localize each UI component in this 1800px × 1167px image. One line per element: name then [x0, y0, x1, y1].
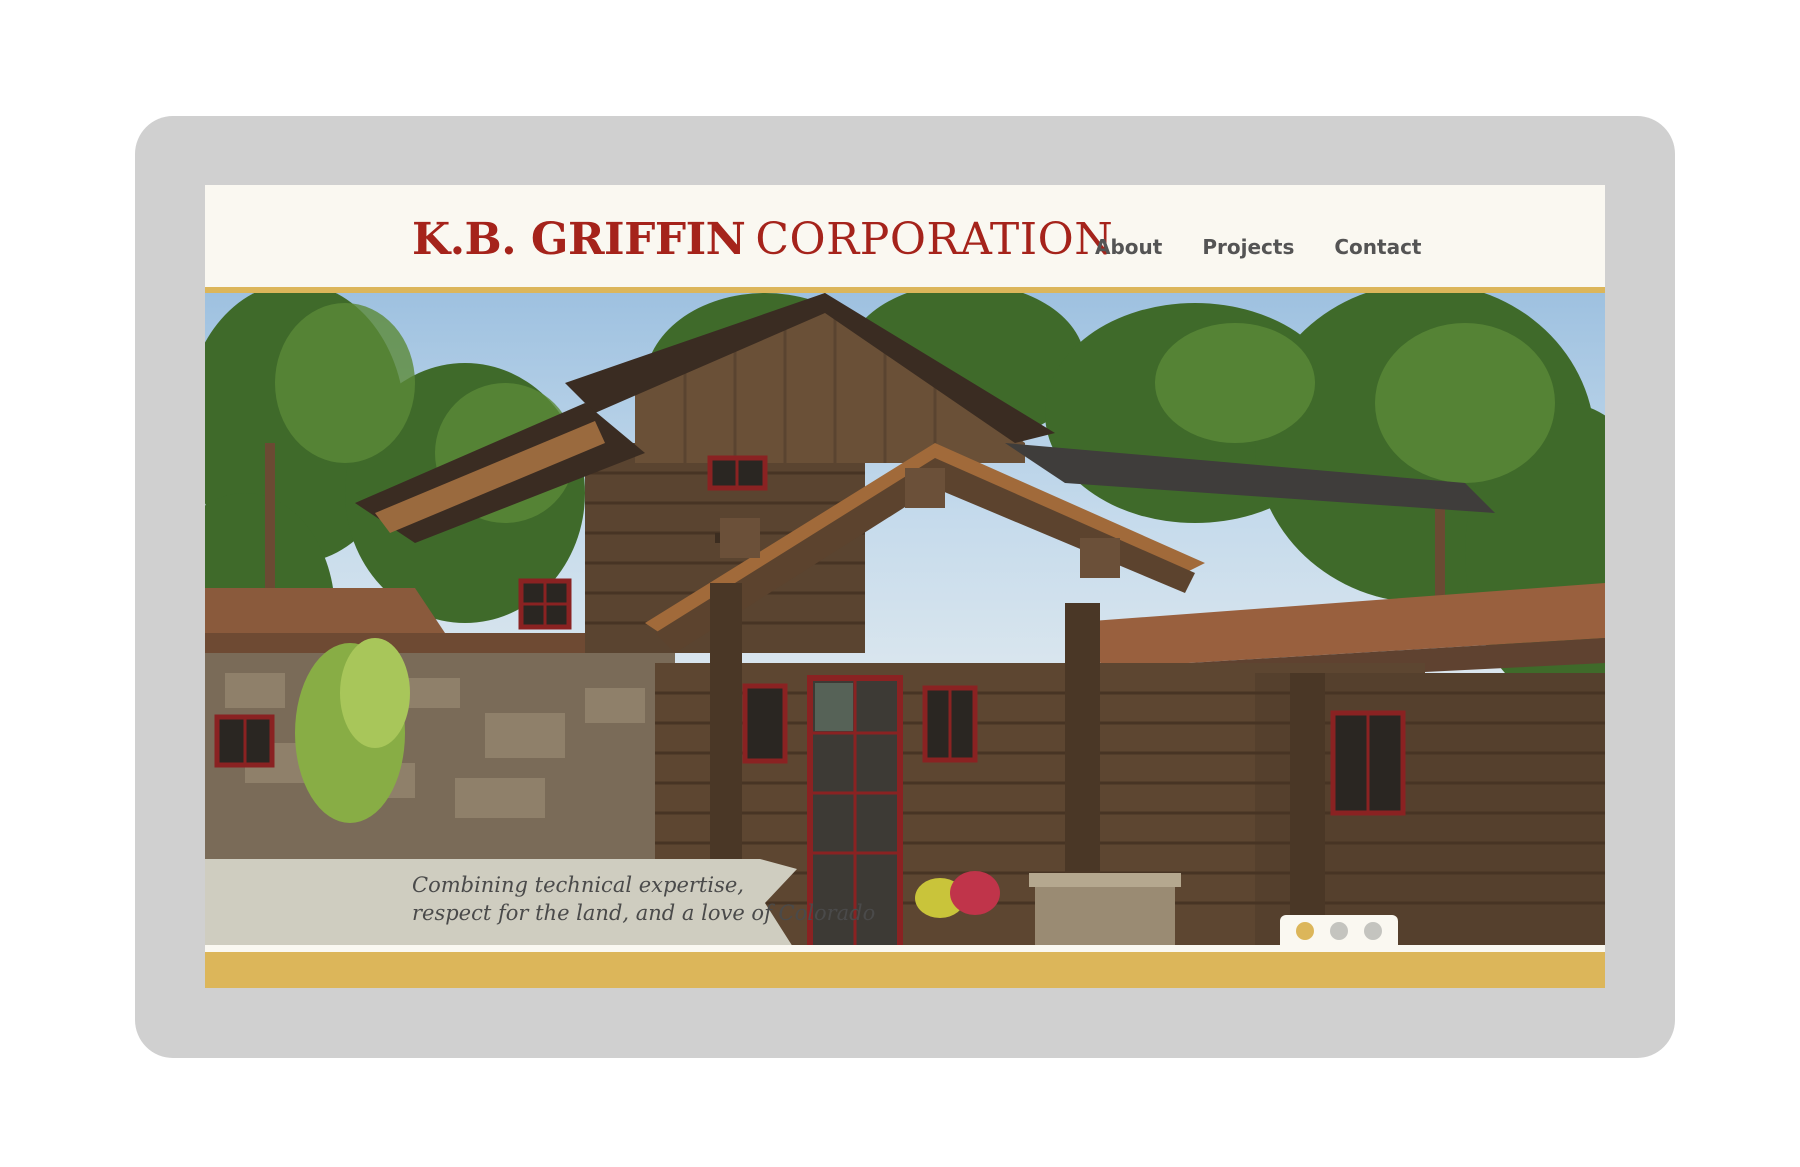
site-header: K.B. GRIFFIN CORPORATION About Projects C… [205, 185, 1605, 293]
nav-projects[interactable]: Projects [1202, 235, 1294, 259]
slide-dot-3[interactable] [1364, 922, 1382, 940]
brand-logo[interactable]: K.B. GRIFFIN CORPORATION [412, 215, 1113, 265]
nav-about[interactable]: About [1095, 235, 1162, 259]
main-nav: About Projects Contact [1095, 235, 1422, 259]
brand-name-bold: K.B. GRIFFIN [412, 214, 746, 265]
footer-band [205, 952, 1605, 988]
hero-caption-line2: respect for the land, and a love of Colo… [412, 901, 876, 925]
website-screen: K.B. GRIFFIN CORPORATION About Projects C… [205, 185, 1605, 988]
slide-indicators [1280, 915, 1398, 947]
hero-slideshow: Combining technical expertise, respect f… [205, 293, 1605, 951]
nav-contact[interactable]: Contact [1334, 235, 1421, 259]
hero-caption-line1: Combining technical expertise, [412, 873, 744, 897]
device-frame: K.B. GRIFFIN CORPORATION About Projects C… [135, 116, 1675, 1058]
slide-dot-1[interactable] [1296, 922, 1314, 940]
brand-name-light: CORPORATION [755, 214, 1114, 265]
hero-house-image [205, 293, 1605, 951]
hero-divider [205, 945, 1605, 952]
slide-dot-2[interactable] [1330, 922, 1348, 940]
hero-caption: Combining technical expertise, respect f… [412, 871, 875, 927]
